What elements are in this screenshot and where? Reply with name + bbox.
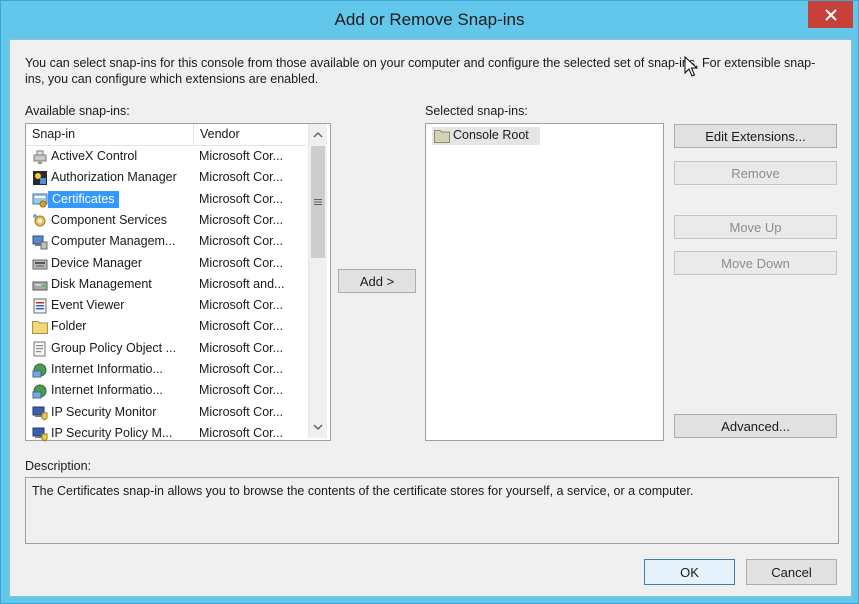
available-snapins-label: Available snap-ins: [25, 104, 130, 118]
snapin-name: Component Services [51, 212, 168, 227]
tree-item-console-root[interactable]: Console Root [432, 127, 540, 145]
snapin-vendor: Microsoft Cor... [199, 234, 284, 249]
component-services-icon [33, 213, 46, 227]
snapin-name: IP Security Monitor [51, 404, 157, 419]
advanced-button[interactable]: Advanced... [674, 414, 837, 438]
snapin-row[interactable]: Disk Management Microsoft and... [26, 274, 306, 295]
snapin-name: Group Policy Object ... [51, 340, 177, 355]
selected-snapins-label: Selected snap-ins: [425, 104, 528, 118]
snapin-vendor: Microsoft Cor... [199, 170, 284, 185]
cancel-button[interactable]: Cancel [746, 559, 837, 585]
ip-security-icon [32, 427, 48, 442]
snapin-vendor: Microsoft Cor... [199, 212, 284, 227]
snapin-row[interactable]: Device Manager Microsoft Cor... [26, 253, 306, 274]
description-box: The Certificates snap-in allows you to b… [25, 477, 839, 544]
snapin-row[interactable]: Folder Microsoft Cor... [26, 316, 306, 337]
window-title: Add or Remove Snap-ins [334, 10, 525, 29]
available-snapins-list[interactable]: Snap-in Vendor ActiveX Control Microsoft … [25, 123, 331, 444]
folder-icon [32, 321, 48, 335]
snapin-vendor: Microsoft Cor... [199, 340, 284, 355]
snapin-vendor: Microsoft Cor... [199, 425, 284, 440]
column-header-snapin[interactable]: Snap-in [26, 124, 194, 145]
snapin-row[interactable]: Computer Managem... Microsoft Cor... [26, 231, 306, 252]
list-header: Snap-in Vendor [26, 124, 306, 146]
snapin-row[interactable]: Component Services Microsoft Cor... [26, 210, 306, 231]
snapin-name: Device Manager [51, 255, 143, 270]
chevron-up-icon [313, 132, 323, 138]
remove-button[interactable]: Remove [674, 161, 837, 185]
snapin-name: IP Security Policy M... [51, 425, 173, 440]
snapin-name: Authorization Manager [51, 170, 177, 185]
computer-management-icon [32, 235, 48, 250]
chevron-down-icon [313, 424, 323, 430]
selected-snapins-tree[interactable]: Console Root [425, 123, 664, 441]
folder-icon [434, 130, 450, 143]
group-policy-icon [33, 341, 46, 357]
snapin-row[interactable]: Internet Informatio... Microsoft Cor... [26, 380, 306, 401]
snapin-name: Internet Informatio... [51, 383, 163, 398]
snapin-vendor: Microsoft Cor... [199, 319, 284, 334]
ok-button[interactable]: OK [644, 559, 735, 585]
snapin-row[interactable]: ActiveX Control Microsoft Cor... [26, 146, 306, 167]
close-button[interactable] [808, 1, 853, 28]
activex-icon [33, 150, 47, 164]
snapin-name: Certificates [48, 190, 119, 208]
vertical-scrollbar[interactable] [308, 124, 327, 438]
authorization-icon [33, 171, 47, 186]
snapin-name: Event Viewer [51, 298, 125, 313]
snapin-vendor: Microsoft Cor... [199, 255, 284, 270]
snapin-name: ActiveX Control [51, 149, 138, 163]
add-button[interactable]: Add > [338, 269, 416, 293]
event-viewer-icon [33, 298, 47, 314]
edit-extensions-button[interactable]: Edit Extensions... [674, 124, 837, 148]
move-down-button[interactable]: Move Down [674, 251, 837, 275]
scroll-down-arrow[interactable] [309, 418, 327, 436]
snapin-row[interactable]: IP Security Monitor Microsoft Cor... [26, 402, 306, 423]
snapin-row[interactable]: Event Viewer Microsoft Cor... [26, 295, 306, 316]
description-label: Description: [25, 459, 91, 473]
device-manager-icon [32, 259, 48, 269]
snapin-row[interactable]: IP Security Policy M... Microsoft Cor... [26, 423, 306, 444]
snapin-vendor: Microsoft Cor... [199, 362, 284, 376]
certificates-icon [32, 193, 48, 208]
snapin-name: Internet Informatio... [51, 362, 163, 376]
title-bar[interactable]: Add or Remove Snap-ins [1, 1, 858, 39]
snapin-vendor: Microsoft Cor... [199, 191, 284, 206]
snapin-vendor: Microsoft Cor... [199, 404, 284, 419]
iis-icon [32, 363, 47, 378]
snapin-row[interactable]: Certificates Microsoft Cor... [26, 189, 306, 210]
column-header-vendor[interactable]: Vendor [194, 124, 306, 145]
snapin-vendor: Microsoft Cor... [199, 298, 284, 313]
scroll-thumb[interactable] [311, 146, 325, 258]
snapin-vendor: Microsoft Cor... [199, 383, 284, 398]
disk-management-icon [32, 281, 48, 291]
description-text: The Certificates snap-in allows you to b… [32, 484, 694, 498]
tree-item-label: Console Root [453, 128, 529, 142]
close-icon [824, 8, 837, 21]
snapin-name: Folder [51, 319, 87, 334]
ip-security-icon [32, 406, 48, 421]
snapin-row[interactable]: Group Policy Object ... Microsoft Cor... [26, 338, 306, 359]
snapin-name: Disk Management [51, 276, 152, 291]
snapin-row[interactable]: Authorization Manager Microsoft Cor... [26, 167, 306, 188]
dialog-client-area: You can select snap-ins for this console… [9, 39, 852, 597]
iis-icon [32, 384, 47, 399]
grip-icon [314, 199, 322, 205]
snapin-vendor: Microsoft and... [199, 276, 285, 291]
snapin-vendor: Microsoft Cor... [199, 149, 284, 163]
snapin-row[interactable]: Internet Informatio... Microsoft Cor... [26, 359, 306, 380]
intro-text: You can select snap-ins for this console… [25, 56, 816, 86]
snapin-name: Computer Managem... [51, 234, 176, 249]
scroll-up-arrow[interactable] [309, 126, 327, 144]
mouse-cursor-icon [684, 56, 698, 77]
dialog-window: Add or Remove Snap-ins You can select sn… [0, 0, 859, 604]
move-up-button[interactable]: Move Up [674, 215, 837, 239]
